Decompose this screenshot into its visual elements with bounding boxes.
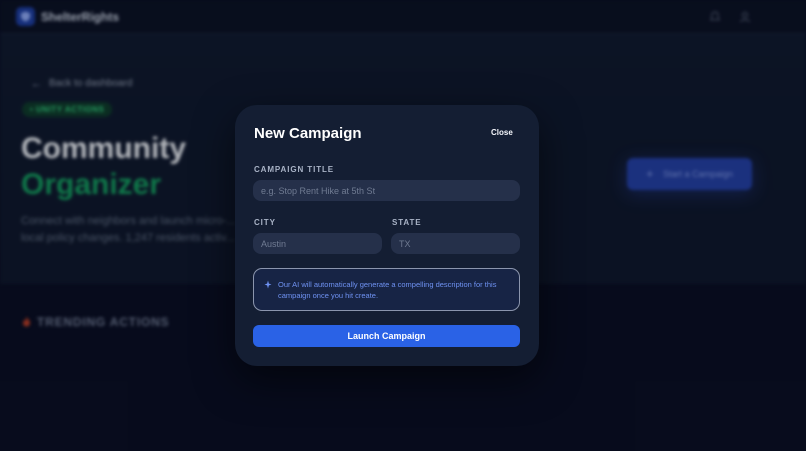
ai-notice-text: Our AI will automatically generate a com…	[278, 280, 497, 300]
state-label: STATE	[392, 218, 422, 227]
sparkle-icon	[264, 280, 272, 289]
modal-title: New Campaign	[254, 125, 362, 142]
ai-notice: Our AI will automatically generate a com…	[253, 268, 520, 311]
launch-campaign-button[interactable]: Launch Campaign	[253, 325, 520, 347]
state-input[interactable]	[391, 233, 520, 254]
city-input[interactable]	[253, 233, 382, 254]
close-button[interactable]: Close	[491, 128, 513, 137]
campaign-title-label: CAMPAIGN TITLE	[254, 165, 335, 174]
campaign-title-input[interactable]	[253, 180, 520, 201]
city-label: CITY	[254, 218, 276, 227]
new-campaign-modal: New Campaign Close CAMPAIGN TITLE CITY S…	[235, 105, 539, 366]
